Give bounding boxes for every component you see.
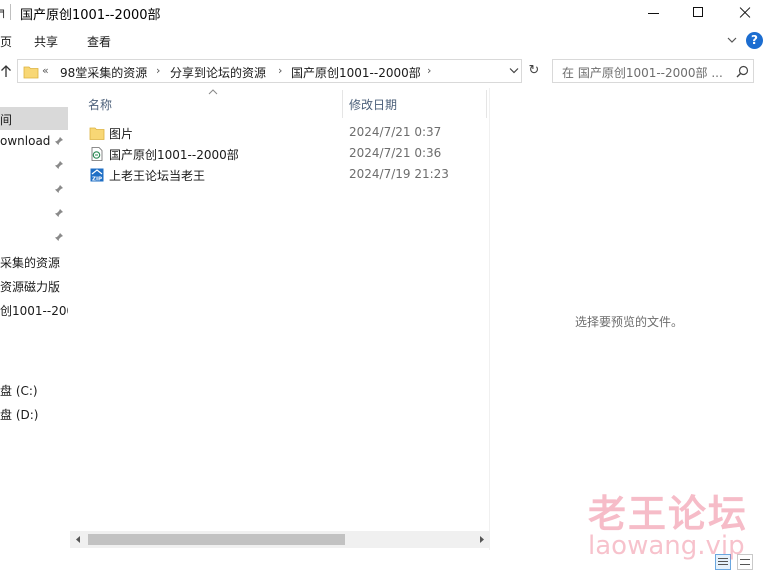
search-placeholder: 在 国产原创1001--2000部 ...: [562, 66, 723, 80]
search-icon[interactable]: [736, 65, 749, 78]
scroll-right-icon[interactable]: [478, 535, 486, 544]
title-separator: [10, 4, 11, 20]
ribbon-tabs: 页 共享 查看 ?: [0, 26, 774, 56]
column-header-name[interactable]: 名称: [88, 96, 112, 113]
svg-text:ZIP: ZIP: [92, 177, 102, 183]
preview-pane: 选择要预览的文件。: [490, 88, 774, 550]
minimize-button[interactable]: [631, 0, 677, 26]
address-bar[interactable]: « 98堂采集的资源 › 分享到论坛的资源 › 国产原创1001--2000部 …: [17, 59, 522, 83]
search-input[interactable]: 在 国产原创1001--2000部 ...: [552, 59, 754, 83]
minimize-icon: [648, 13, 659, 14]
pin-icon: [55, 209, 63, 217]
tab-home[interactable]: 页: [0, 33, 12, 50]
sort-ascending-icon: [208, 89, 218, 95]
pin-icon: [55, 161, 63, 169]
file-row[interactable]: 国产原创1001--2000部 2024/7/21 0:36: [70, 143, 490, 164]
pin-icon: [55, 233, 63, 241]
nav-item-drive-d[interactable]: 盘 (D:): [0, 402, 68, 425]
file-row[interactable]: 图片 2024/7/21 0:37: [70, 122, 490, 143]
column-divider[interactable]: [342, 90, 343, 118]
tab-view[interactable]: 查看: [87, 33, 111, 50]
file-row[interactable]: ZIP 上老王论坛当老王 2024/7/19 21:23: [70, 164, 490, 185]
chevron-down-icon[interactable]: [509, 67, 519, 75]
up-arrow-icon[interactable]: [0, 64, 12, 78]
column-divider[interactable]: [486, 90, 487, 118]
breadcrumb-overflow[interactable]: «: [42, 64, 49, 77]
nav-item[interactable]: 资源磁力版: [0, 274, 68, 297]
nav-item-drive-c[interactable]: 盘 (C:): [0, 378, 68, 401]
file-name: 图片: [109, 127, 134, 141]
breadcrumb-item[interactable]: 98堂采集的资源: [60, 64, 147, 81]
address-row: « 98堂采集的资源 › 分享到论坛的资源 › 国产原创1001--2000部 …: [0, 56, 774, 88]
pin-icon: [55, 137, 63, 145]
file-date: 2024/7/21 0:36: [349, 146, 442, 160]
nav-item[interactable]: 采集的资源: [0, 250, 68, 273]
file-date: 2024/7/19 21:23: [349, 167, 449, 181]
nav-item[interactable]: [0, 226, 68, 249]
nav-item[interactable]: [0, 178, 68, 201]
tab-share[interactable]: 共享: [34, 33, 58, 50]
nav-item[interactable]: 间: [0, 107, 68, 130]
window-title: 国产原创1001--2000部: [20, 8, 161, 23]
maximize-icon: [693, 7, 703, 17]
close-button[interactable]: [722, 0, 768, 26]
nav-item[interactable]: 创1001--200: [0, 298, 68, 321]
watermark-url: laowang.vip: [588, 531, 745, 561]
folder-icon: [89, 127, 105, 140]
breadcrumb-separator[interactable]: ›: [427, 64, 431, 77]
scroll-left-icon[interactable]: [74, 535, 82, 544]
preview-message: 选择要预览的文件。: [575, 315, 684, 329]
maximize-button[interactable]: [676, 0, 722, 26]
breadcrumb-item[interactable]: 国产原创1001--2000部: [291, 64, 421, 81]
horizontal-scrollbar[interactable]: [70, 531, 490, 548]
file-name: 上老王论坛当老王: [109, 169, 206, 183]
nav-item[interactable]: [0, 202, 68, 225]
text-file-icon: [91, 147, 103, 161]
refresh-icon[interactable]: ↻: [524, 61, 544, 81]
chevron-down-icon[interactable]: [725, 33, 739, 47]
breadcrumb-separator[interactable]: ›: [278, 64, 282, 77]
nav-item[interactable]: ownload: [0, 130, 68, 153]
zip-file-icon: ZIP: [90, 168, 104, 183]
column-header-date[interactable]: 修改日期: [349, 96, 397, 113]
watermark-title: 老王论坛: [588, 492, 749, 536]
pin-icon: [55, 185, 63, 193]
navigation-pane: 间 ownload 采集的资源 资源磁力版 创1001--200 盘 (C:) …: [0, 88, 68, 550]
scrollbar-thumb[interactable]: [88, 534, 345, 545]
folder-icon: [23, 66, 39, 79]
help-icon[interactable]: ?: [746, 32, 763, 49]
breadcrumb-item[interactable]: 分享到论坛的资源: [170, 64, 266, 81]
nav-item[interactable]: [0, 154, 68, 177]
breadcrumb-separator[interactable]: ›: [156, 64, 160, 77]
file-date: 2024/7/21 0:37: [349, 125, 442, 139]
title-bar: ╕ 国产原创1001--2000部: [0, 0, 774, 26]
quick-access-toolbar-glyph[interactable]: ╕: [0, 4, 7, 18]
file-name: 国产原创1001--2000部: [109, 148, 239, 162]
file-list: 名称 修改日期 图片 2024/7/21 0:37 国产原创1001--2000…: [70, 88, 490, 533]
